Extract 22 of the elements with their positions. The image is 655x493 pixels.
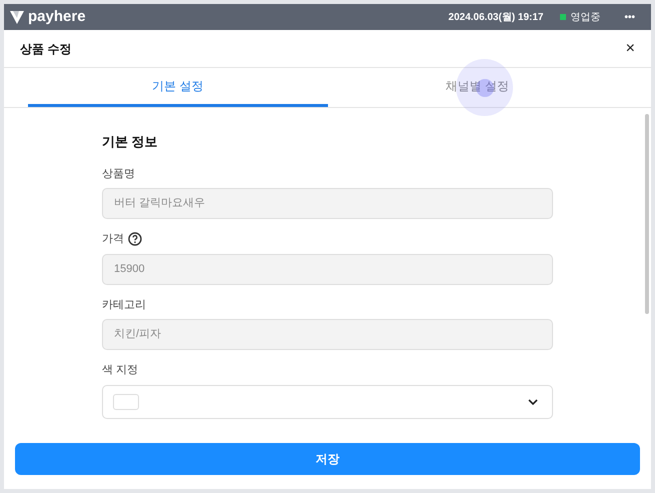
help-icon[interactable] [128,232,142,246]
color-select[interactable] [102,384,553,418]
tab[interactable]: 채널별 설정 [328,68,627,107]
field-label: 가격 [102,232,124,247]
field-label: 색 지정 [102,363,138,378]
status-label: 영업중 [570,10,600,24]
input-field[interactable]: 치킨/피자 [102,319,553,350]
input-field[interactable]: 버터 갈릭마요새우 [102,188,553,219]
logo-icon [10,10,24,24]
input-field[interactable]: 15900 [102,254,553,284]
field-label: 상품명 [102,166,135,182]
scrollbar[interactable] [645,114,649,314]
more-menu-button[interactable]: ••• [624,10,635,24]
close-button[interactable]: × [626,40,635,56]
section-title: 기본 정보 [102,133,159,151]
tab[interactable]: 기본 설정 [28,68,328,107]
save-button[interactable]: 저장 [15,443,640,475]
brand-name: payhere [28,6,86,27]
chevron-down-icon [528,398,538,404]
date-time: 2024.06.03(월) 19:17 [448,10,544,24]
dialog-title: 상품 수정 [20,40,72,58]
field-label: 카테고리 [102,298,146,312]
